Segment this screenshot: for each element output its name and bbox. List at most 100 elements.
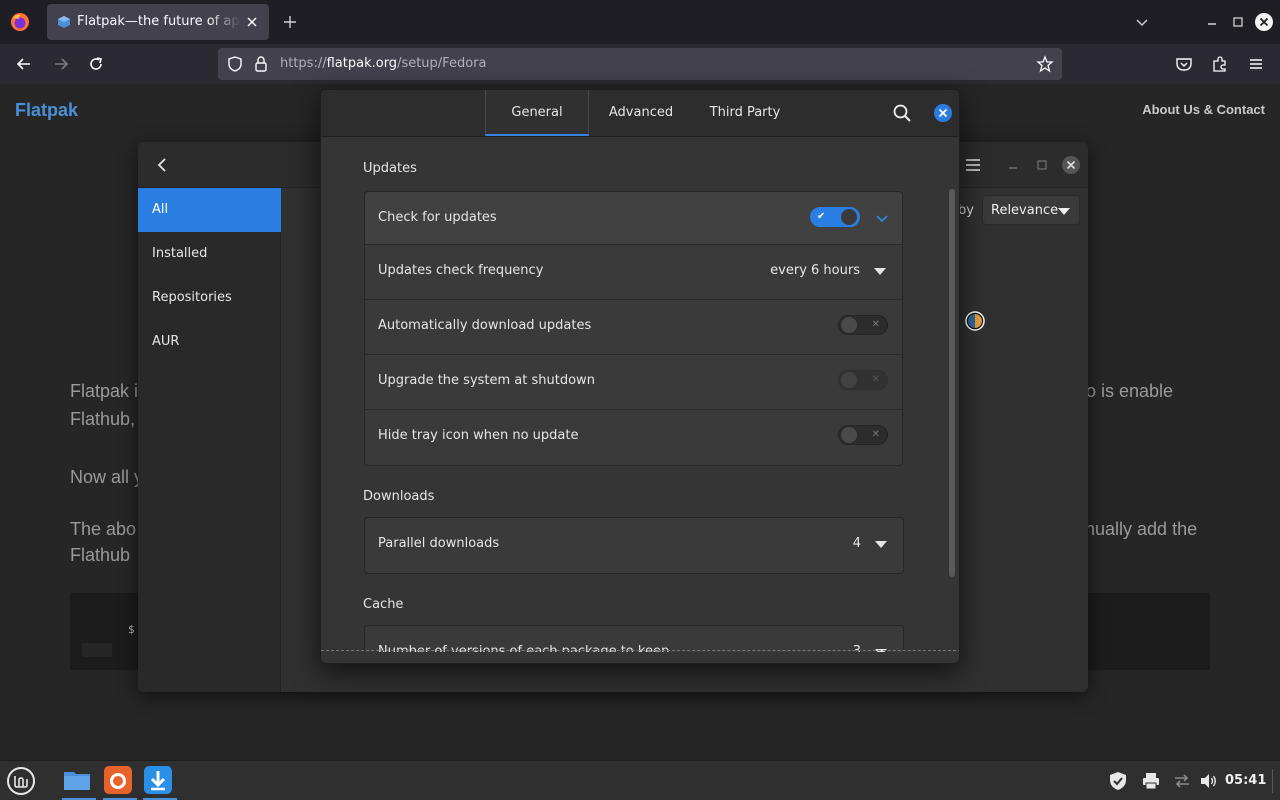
sidebar-item-all[interactable]: All (138, 188, 281, 232)
upgrade-shutdown-toggle[interactable]: ✕ (838, 370, 888, 390)
row-upgrade-at-shutdown[interactable]: Upgrade the system at shutdown ✕ (365, 355, 902, 410)
url-scheme: https:// (280, 56, 327, 71)
new-tab-icon[interactable] (280, 12, 300, 32)
printer-icon[interactable] (1141, 771, 1161, 791)
parallel-downloads-value[interactable]: 4 (853, 536, 861, 551)
page-text-fragment: Flatpak i (70, 381, 139, 401)
cross-mark-icon: ✕ (871, 429, 880, 440)
tab-general[interactable]: General (485, 90, 589, 136)
site-logo[interactable]: Flatpak (15, 100, 78, 121)
row-label: Upgrade the system at shutdown (378, 373, 595, 388)
window-close-icon[interactable] (1254, 12, 1274, 32)
tab-close-icon[interactable] (243, 13, 261, 31)
window-minimize-icon[interactable] (1204, 14, 1220, 30)
tab-advanced[interactable]: Advanced (591, 90, 691, 136)
sidebar-item-installed[interactable]: Installed (138, 232, 281, 276)
section-title-updates: Updates (363, 161, 417, 176)
url-text[interactable]: https://flatpak.org/setup/Fedora (280, 56, 486, 71)
address-bar[interactable]: https://flatpak.org/setup/Fedora (218, 48, 1062, 80)
tab-third-party[interactable]: Third Party (693, 90, 797, 136)
dialog-bottom-edge (321, 650, 959, 651)
extensions-icon[interactable] (1210, 54, 1230, 74)
dialog-close-icon[interactable] (933, 103, 953, 123)
firefox-icon[interactable] (10, 12, 30, 32)
check-mark-icon: ✔ (817, 211, 826, 222)
bookmark-star-icon[interactable] (1036, 55, 1054, 73)
row-hide-tray-icon[interactable]: Hide tray icon when no update ✕ (365, 410, 902, 465)
dialog-scrollbar[interactable] (949, 189, 955, 577)
app-menu-icon[interactable] (1246, 54, 1266, 74)
list-all-tabs-icon[interactable] (1134, 14, 1150, 30)
app-close-icon[interactable] (1061, 155, 1081, 175)
downloads-card: Parallel downloads 4 (364, 517, 904, 574)
browser-tab-bar: Flatpak—the future of application distri… (0, 0, 1280, 44)
search-icon[interactable] (892, 103, 912, 123)
shield-check-icon[interactable] (1108, 771, 1128, 791)
browser-nav-bar: https://flatpak.org/setup/Fedora (0, 44, 1280, 84)
page-text-fragment: nually add the (1085, 519, 1198, 539)
network-icon[interactable] (1172, 771, 1192, 791)
preferences-dialog: General Advanced Third Party Updates Che… (320, 89, 960, 664)
reload-icon[interactable] (86, 54, 106, 74)
frequency-value[interactable]: every 6 hours (770, 263, 860, 278)
hamburger-menu-icon[interactable] (964, 156, 982, 174)
row-label: Automatically download updates (378, 318, 592, 333)
cross-mark-icon: ✕ (871, 374, 880, 385)
file-manager-icon[interactable] (62, 765, 92, 795)
page-text-fragment: The abo (70, 519, 137, 539)
page-text-fragment: Flathub, (70, 409, 136, 429)
clock[interactable]: 05:41 (1225, 773, 1266, 788)
app-maximize-icon[interactable] (1035, 158, 1049, 172)
section-title-downloads: Downloads (363, 489, 435, 504)
taskbar-separator (1272, 769, 1273, 793)
dropdown-caret-icon[interactable] (874, 268, 886, 275)
taskbar: 05:41 (0, 760, 1280, 800)
hide-tray-toggle[interactable]: ✕ (838, 425, 888, 445)
auto-download-toggle[interactable]: ✕ (838, 315, 888, 335)
row-label: Updates check frequency (378, 263, 544, 278)
busy-cursor-icon (965, 311, 985, 331)
nav-link-about[interactable]: About Us & Contact (1142, 102, 1265, 117)
app-minimize-icon[interactable] (1006, 158, 1020, 172)
page-text-fragment: Flathub (70, 545, 131, 565)
row-updates-check-frequency[interactable]: Updates check frequency every 6 hours (365, 245, 902, 300)
dropdown-caret-icon[interactable] (875, 541, 887, 548)
row-auto-download-updates[interactable]: Automatically download updates ✕ (365, 300, 902, 355)
dialog-header: General Advanced Third Party (321, 90, 959, 137)
lock-icon[interactable] (253, 55, 269, 73)
row-parallel-downloads[interactable]: Parallel downloads 4 (365, 518, 903, 573)
tracking-shield-icon[interactable] (226, 55, 244, 73)
volume-icon[interactable] (1198, 771, 1218, 791)
row-label: Parallel downloads (378, 536, 500, 551)
page-text-fragment: Now all y (70, 467, 144, 487)
toggle-knob (841, 372, 857, 388)
flatpak-favicon-icon (58, 16, 70, 28)
forward-arrow-icon[interactable] (51, 54, 71, 74)
firefox-taskbar-icon[interactable] (103, 765, 133, 795)
sidebar-item-repositories[interactable]: Repositories (138, 276, 281, 320)
pocket-icon[interactable] (1174, 54, 1194, 74)
window-maximize-icon[interactable] (1230, 14, 1246, 30)
dropdown-caret-icon (1058, 208, 1070, 215)
page-text-fragment: o is enable (1086, 381, 1174, 401)
mint-menu-icon[interactable] (6, 766, 36, 796)
row-check-for-updates[interactable]: Check for updates ✔ (365, 192, 902, 245)
back-chevron-icon[interactable] (154, 156, 172, 174)
back-arrow-icon[interactable] (14, 54, 34, 74)
sort-by-label: by (958, 203, 974, 218)
copy-chip[interactable] (82, 643, 112, 657)
sort-dropdown[interactable]: Relevance (982, 195, 1080, 225)
url-path: /setup/Fedora (397, 56, 487, 71)
software-updater-icon[interactable] (143, 765, 173, 795)
row-versions-to-keep[interactable]: Number of versions of each package to ke… (365, 626, 903, 652)
tab-title: Flatpak—the future of application distri… (77, 14, 241, 29)
app-sidebar: All Installed Repositories AUR (138, 188, 281, 692)
check-updates-toggle[interactable]: ✔ (810, 207, 860, 227)
toggle-knob (841, 317, 857, 333)
browser-tab-active[interactable]: Flatpak—the future of application distri… (47, 4, 269, 40)
dialog-body: Updates Check for updates ✔ Updates chec… (321, 137, 959, 652)
chevron-down-icon[interactable] (875, 211, 889, 225)
sidebar-item-aur[interactable]: AUR (138, 320, 281, 364)
toggle-knob (841, 427, 857, 443)
url-host: flatpak.org (326, 56, 398, 71)
